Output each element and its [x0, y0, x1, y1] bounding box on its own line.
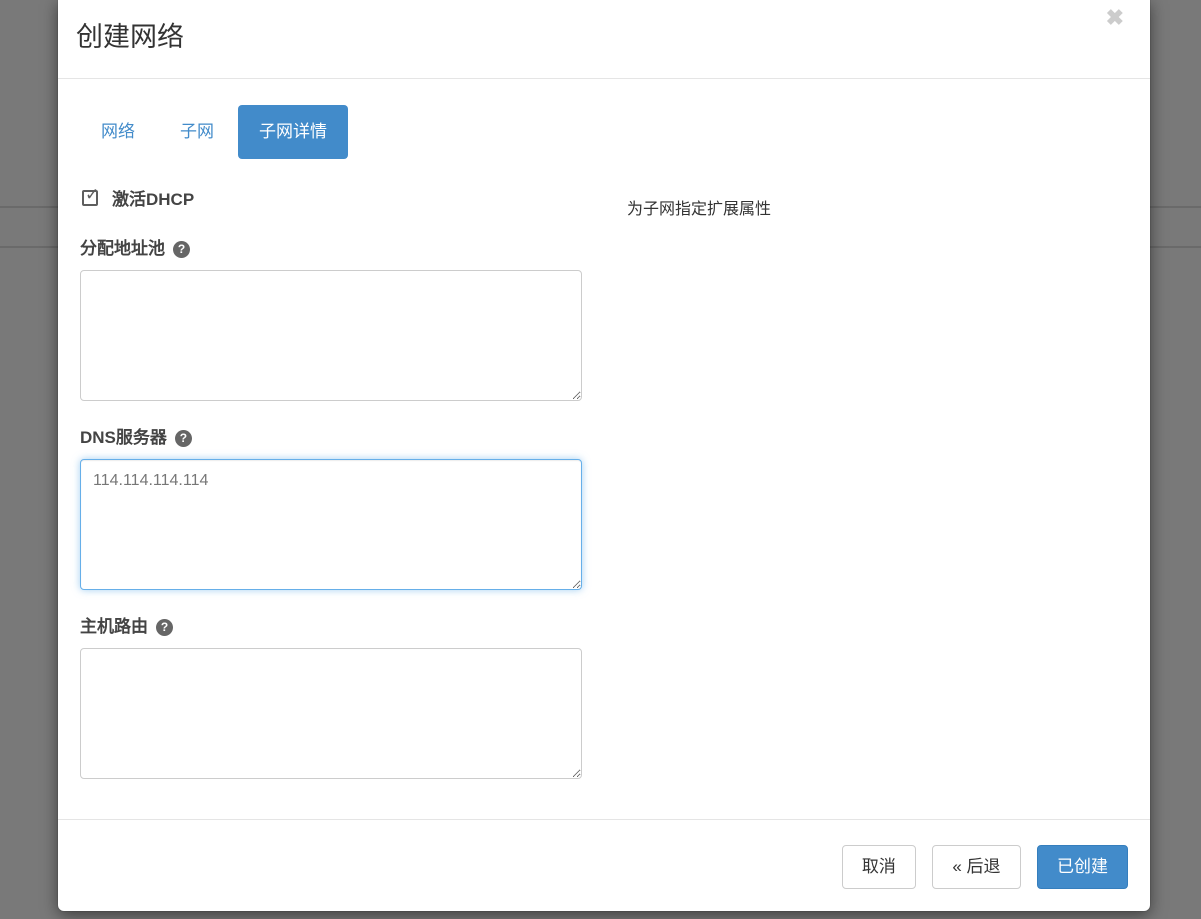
host-routes-label: 主机路由 ?	[80, 617, 582, 637]
submit-button[interactable]: 已创建	[1037, 845, 1128, 889]
checkmark-icon: ✓	[85, 184, 100, 204]
question-circle-icon[interactable]: ?	[156, 618, 173, 636]
wizard-tabs: 网络 子网 子网详情	[80, 105, 1128, 159]
close-icon[interactable]: ✖	[1100, 6, 1130, 30]
dhcp-checkbox[interactable]: ✓	[82, 185, 99, 206]
tab-subnet-details[interactable]: 子网详情	[238, 105, 348, 159]
dhcp-checkbox-label[interactable]: 激活DHCP	[112, 185, 194, 210]
tab-network[interactable]: 网络	[80, 105, 156, 159]
allocation-pools-label: 分配地址池 ?	[80, 239, 582, 259]
enable-dhcp-row[interactable]: ✓ 激活DHCP	[82, 185, 582, 210]
form-columns: ✓ 激活DHCP 分配地址池 ? DNS服务器 ? 114.114.114.11…	[80, 185, 1128, 806]
cancel-button[interactable]: 取消	[841, 845, 916, 889]
host-routes-textarea[interactable]	[80, 648, 582, 779]
dns-servers-textarea[interactable]: 114.114.114.114	[80, 459, 582, 590]
question-circle-icon[interactable]: ?	[173, 240, 190, 258]
host-routes-field: 主机路由 ?	[80, 617, 582, 779]
question-circle-icon[interactable]: ?	[174, 429, 192, 447]
modal-header: 创建网络 ✖	[58, 0, 1150, 79]
allocation-pools-field: 分配地址池 ?	[80, 239, 582, 401]
tab-subnet[interactable]: 子网	[159, 105, 235, 159]
modal-body: 网络 子网 子网详情 ✓ 激活DHCP 分配地址池 ? DNS服务器 ? 114…	[58, 79, 1150, 819]
dns-servers-label-text: DNS服务器	[80, 428, 167, 447]
help-column: 为子网指定扩展属性	[627, 185, 1128, 806]
host-routes-label-text: 主机路由	[80, 617, 148, 636]
back-button[interactable]: « 后退	[932, 845, 1021, 889]
modal-title: 创建网络	[76, 22, 184, 52]
modal-footer: 取消 « 后退 已创建	[58, 819, 1150, 911]
dns-servers-label: DNS服务器 ?	[80, 428, 582, 448]
dns-servers-field: DNS服务器 ? 114.114.114.114	[80, 428, 582, 590]
form-fields-column: ✓ 激活DHCP 分配地址池 ? DNS服务器 ? 114.114.114.11…	[80, 185, 582, 806]
form-description: 为子网指定扩展属性	[627, 201, 772, 218]
page: { "modal": { "title": "创建网络", "close_gly…	[0, 0, 1201, 919]
create-network-modal: 创建网络 ✖ 网络 子网 子网详情 ✓ 激活DHCP 分配地址池 ? DNS服务…	[58, 0, 1150, 911]
allocation-pools-textarea[interactable]	[80, 270, 582, 401]
allocation-pools-label-text: 分配地址池	[80, 239, 165, 258]
